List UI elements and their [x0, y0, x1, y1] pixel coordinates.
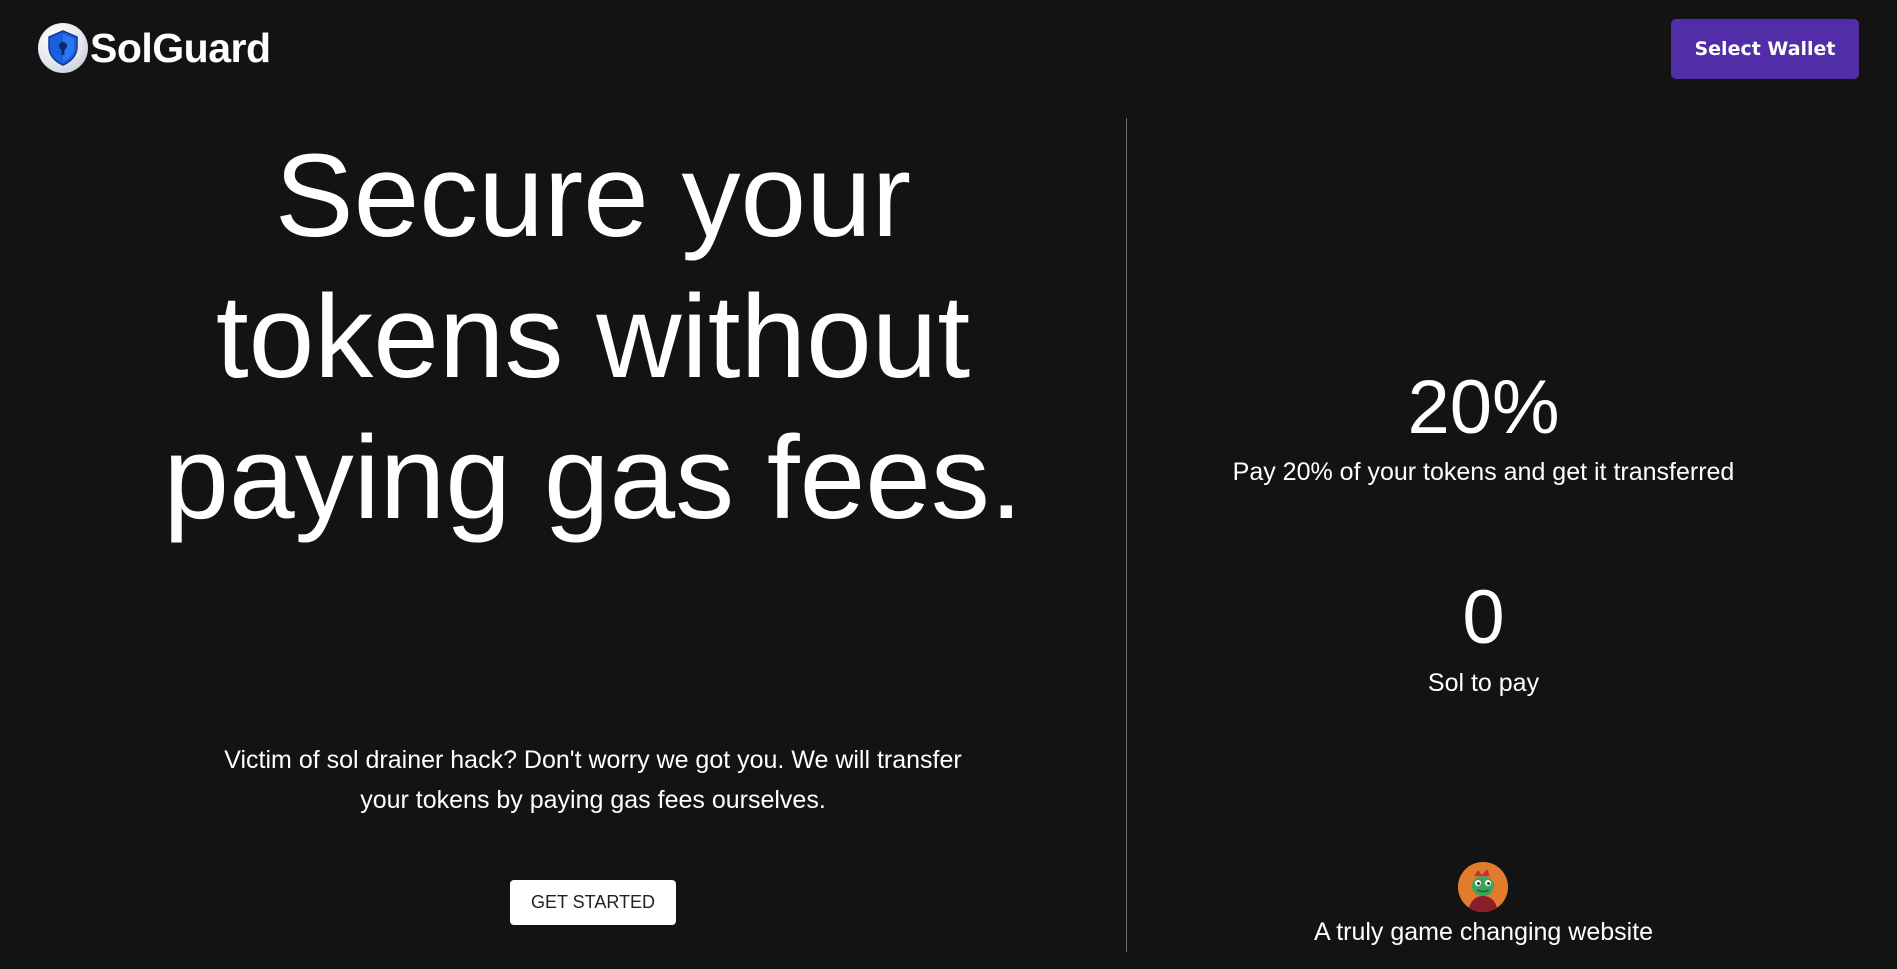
shield-icon [38, 23, 88, 73]
stat-percent-value: 20% [1407, 365, 1560, 450]
hero-subtext: Victim of sol drainer hack? Don't worry … [224, 746, 962, 814]
testimonial-text: A truly game changing website [1313, 918, 1654, 946]
stat-percent-label: Pay 20% of your tokens and get it transf… [1232, 458, 1735, 486]
logo[interactable]: SolGuard [38, 22, 271, 74]
stat-sol-label: Sol to pay [1427, 669, 1540, 697]
stat-sol-value: 0 [1462, 575, 1505, 660]
avatar-icon [1458, 862, 1508, 912]
page: SolGuard Select Wallet Secure your token… [0, 0, 1897, 969]
brand-name: SolGuard [90, 24, 271, 71]
stats-panel: 20% Pay 20% of your tokens and get it tr… [1128, 0, 1839, 969]
column-divider [1126, 118, 1127, 952]
hero-headline: Secure your tokens without paying gas fe… [163, 130, 1023, 544]
get-started-button[interactable]: GET STARTED [510, 880, 676, 925]
